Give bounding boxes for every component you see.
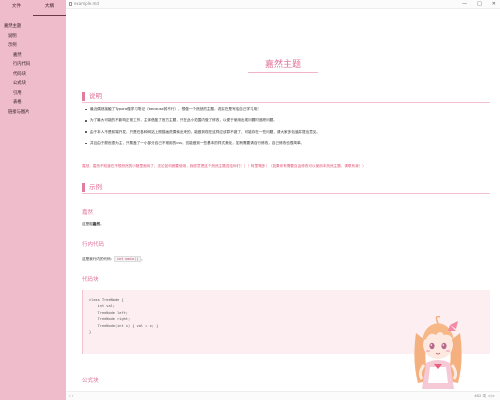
list-item: 为了最大可能的不影响正常工作，主体借鉴了官方主题，只在此小范围内做了修改，以便于… (84, 118, 484, 123)
paragraph-text: 这是我行内的代码： (82, 257, 115, 261)
list-item: 并且由于颜色很为主，只覆盖了一小部分自己不常用的css，仅能做到一些基本的样式美… (84, 141, 484, 146)
history-nav-icon[interactable]: ‹ › (69, 393, 73, 398)
outline-item-jiaran[interactable]: 嘉然 (4, 51, 66, 61)
outline-item-inline-code[interactable]: 行内代码 (4, 60, 66, 70)
paragraph-text: 。 (140, 257, 145, 261)
window-controls: — □ ✕ (462, 0, 496, 8)
sidebar-tabs: 文件 大纲 (0, 0, 66, 16)
status-bar: ‹ › 462 词 </> (66, 391, 500, 400)
heading-code-block: 代码块 (82, 277, 99, 283)
heading-formula: 公式块 (82, 378, 99, 384)
heading-bar (82, 92, 85, 101)
bold-text: 嘉然 (92, 222, 100, 226)
paragraph-inline-code: 这是我行内的代码： int main()。 (82, 256, 145, 262)
source-code-icon[interactable]: </> (488, 394, 495, 398)
file-name: example.md (74, 1, 99, 6)
maximize-icon[interactable]: □ (477, 0, 482, 8)
outline-item-title[interactable]: 嘉然主题 (4, 22, 66, 32)
document-icon (69, 2, 72, 6)
outline-item-table[interactable]: 表格 (4, 98, 66, 108)
title-underline (248, 72, 318, 73)
heading-example-text: 示例 (89, 183, 102, 191)
outline-item-code-block[interactable]: 代码块 (4, 70, 66, 80)
outline-item-intro[interactable]: 说明 (4, 32, 66, 42)
intro-list: 最近偶然接触了Typora做学习笔记（because其不行），想做一个然然的主题… (84, 107, 484, 152)
list-item: 最近偶然接触了Typora做学习笔记（because其不行），想做一个然然的主题… (84, 107, 484, 112)
sidebar: 文件 大纲 嘉然主题 说明 示例 嘉然 行内代码 代码块 公式块 引用 表格 链… (0, 0, 66, 400)
paragraph-text: 这是粗 (82, 222, 93, 226)
heading-intro: 说明 (82, 91, 490, 103)
outline-item-formula[interactable]: 公式块 (4, 79, 66, 89)
paragraph-text: 。 (99, 222, 104, 226)
heading-bar (82, 183, 85, 192)
outline-item-quote[interactable]: 引用 (4, 89, 66, 99)
tab-files[interactable]: 文件 (0, 0, 33, 16)
outline-item-links[interactable]: 链接与图片 (4, 108, 66, 118)
heading-example: 示例 (82, 182, 490, 194)
outline-list: 嘉然主题 说明 示例 嘉然 行内代码 代码块 公式块 引用 表格 链接与图片 (0, 22, 66, 117)
anime-girl-image (414, 315, 462, 389)
document-title: 嘉然主题 (264, 60, 301, 70)
inline-code: int main() (114, 256, 141, 262)
outline-item-example[interactable]: 示例 (4, 41, 66, 51)
word-count[interactable]: 462 词 (474, 394, 486, 399)
paragraph-jiaran: 这是粗嘉然。 (82, 222, 104, 227)
close-icon[interactable]: ✕ (492, 0, 496, 8)
warning-text: 嘉然，嘉然不知道在不想然然的小猪里面待了，无论如何都要使用，我愿意把这个然然主题… (82, 164, 366, 168)
heading-intro-text: 说明 (89, 92, 102, 100)
title-bar: example.md — □ ✕ (66, 0, 500, 9)
heading-inline-code: 行内代码 (82, 242, 105, 248)
minimize-icon[interactable]: — (462, 0, 467, 8)
heading-jiaran: 嘉然 (82, 210, 94, 216)
list-item: 由于本人不是前端开发，只是在各种网站上照猫画虎摸索出来的，能做到现在这样应该算不… (84, 130, 484, 135)
tab-outline[interactable]: 大纲 (33, 0, 66, 16)
